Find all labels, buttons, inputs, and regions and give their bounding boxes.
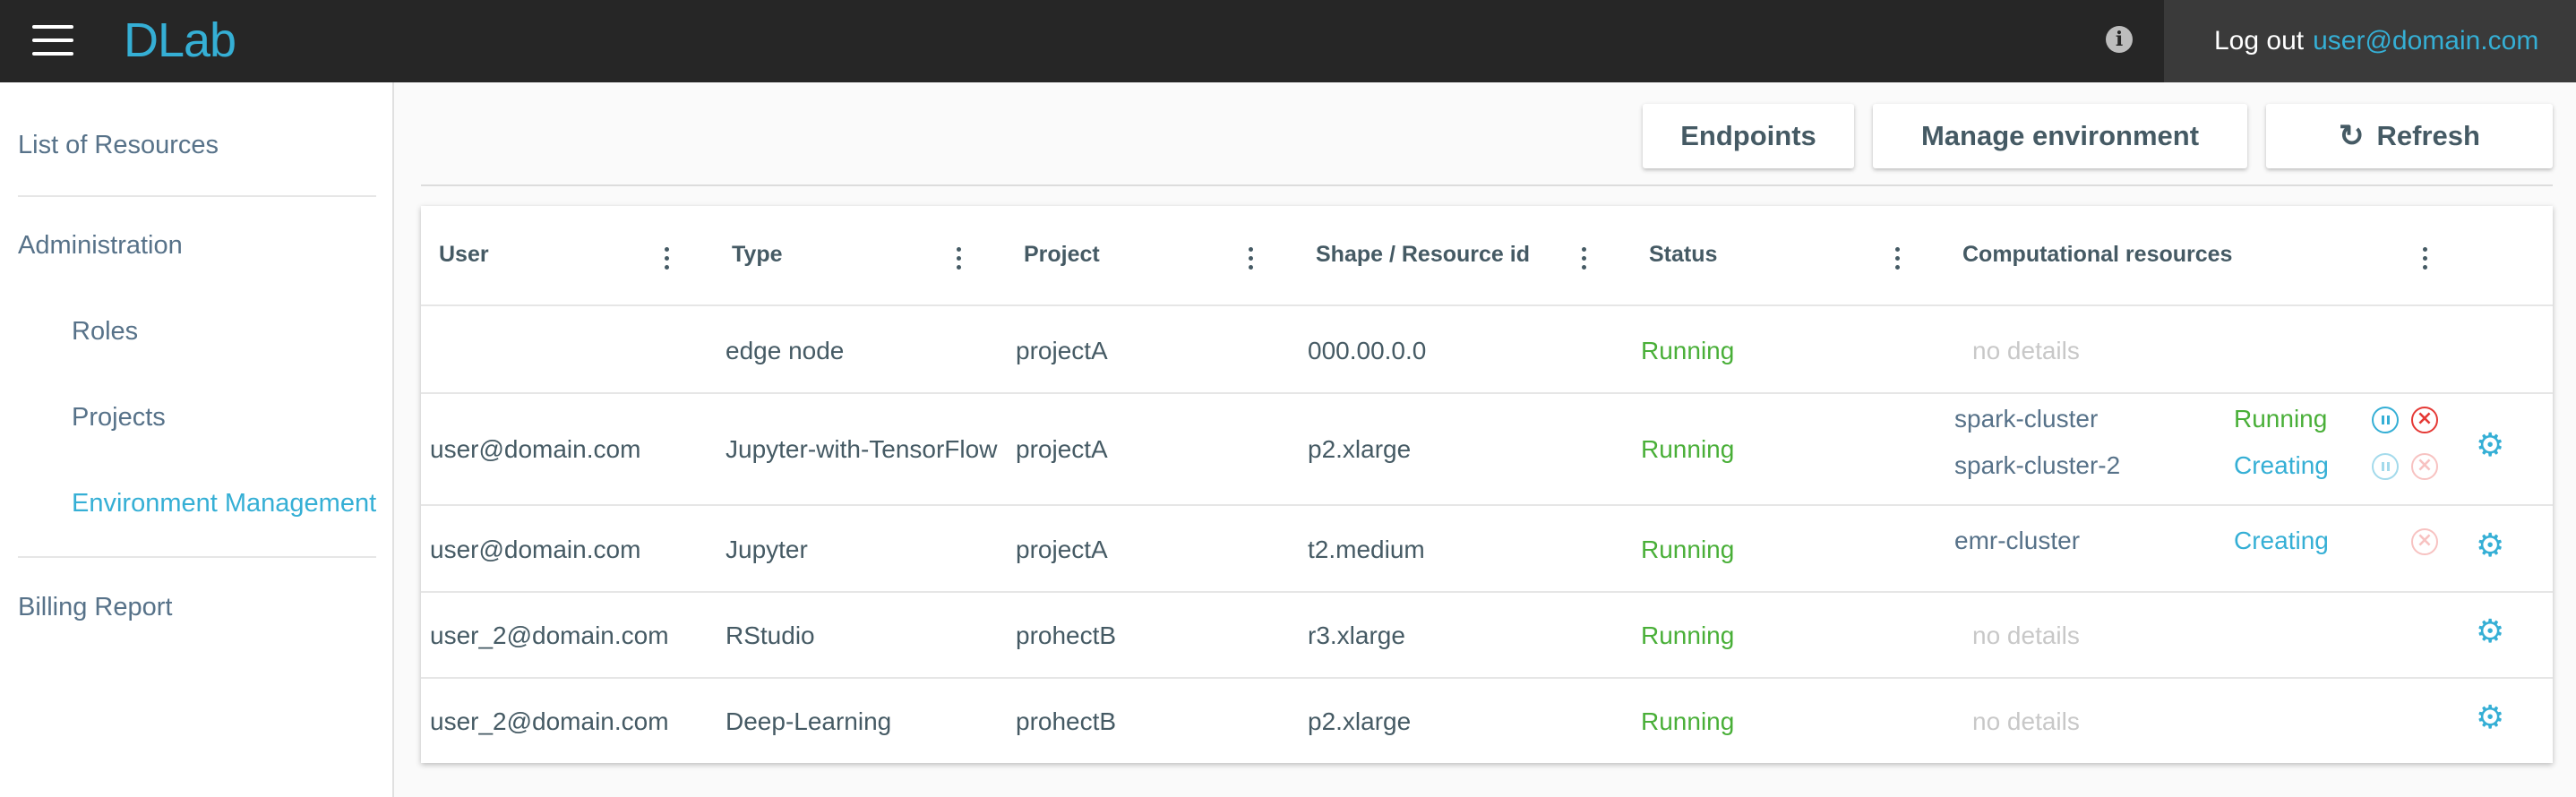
computational-resource-name: spark-cluster <box>1954 405 2099 433</box>
cell-status: Running <box>1641 435 1735 463</box>
gear-icon[interactable]: ⚙ <box>2476 530 2504 562</box>
cell-shape: p2.xlarge <box>1308 707 1412 735</box>
cell-type: Deep-Learning <box>726 707 892 735</box>
column-header-status[interactable]: Status <box>1649 242 1717 268</box>
gear-icon[interactable]: ⚙ <box>2476 430 2504 462</box>
environment-table: User Type Project Shape / Resource id St… <box>421 206 2553 763</box>
sidebar-item-environment-management[interactable]: Environment Management <box>72 489 376 518</box>
column-header-computational-resources[interactable]: Computational resources <box>1962 242 2232 268</box>
column-menu-icon[interactable] <box>665 247 670 272</box>
sidebar: List of Resources Administration Roles P… <box>0 82 394 797</box>
cell-shape: t2.medium <box>1308 536 1425 563</box>
manage-environment-button-label: Manage environment <box>1920 120 2200 151</box>
current-user: user@domain.com <box>2313 26 2539 56</box>
column-menu-icon[interactable] <box>1249 247 1254 272</box>
column-header-type[interactable]: Type <box>732 242 783 268</box>
terminate-icon: × <box>2411 453 2438 480</box>
refresh-button[interactable]: ↻ Refresh <box>2266 104 2553 168</box>
sidebar-item-projects[interactable]: Projects <box>72 403 166 433</box>
cell-project: prohectB <box>1016 621 1117 649</box>
sidebar-item-administration[interactable]: Administration <box>18 231 183 261</box>
terminate-icon: × <box>2411 528 2438 555</box>
column-header-shape[interactable]: Shape / Resource id <box>1316 242 1530 268</box>
hamburger-menu-icon[interactable] <box>32 25 73 56</box>
gear-icon[interactable]: ⚙ <box>2476 702 2504 734</box>
cell-no-details: no details <box>1972 707 2080 735</box>
column-menu-icon[interactable] <box>1895 247 1901 272</box>
pause-icon <box>2372 453 2399 480</box>
top-bar: DLab i Log out user@domain.com <box>0 0 2576 82</box>
cell-project: projectA <box>1016 536 1108 563</box>
endpoints-button-label: Endpoints <box>1680 120 1816 151</box>
cell-status: Running <box>1641 536 1735 563</box>
computational-resource-status: Creating <box>2234 451 2329 479</box>
sidebar-divider <box>18 556 376 558</box>
cell-user: user@domain.com <box>430 536 641 563</box>
row-divider <box>421 504 2553 506</box>
cell-shape: r3.xlarge <box>1308 621 1405 649</box>
column-menu-icon[interactable] <box>2423 247 2428 272</box>
row-divider <box>421 591 2553 593</box>
cell-project: projectA <box>1016 435 1108 463</box>
sidebar-item-roles[interactable]: Roles <box>72 317 138 347</box>
cell-user: user@domain.com <box>430 435 641 463</box>
row-divider <box>421 677 2553 679</box>
sidebar-divider <box>18 195 376 197</box>
cell-type: edge node <box>726 337 845 364</box>
cell-type: RStudio <box>726 621 815 649</box>
cell-type: Jupyter <box>726 536 808 563</box>
column-menu-icon[interactable] <box>1582 247 1587 272</box>
refresh-button-label: Refresh <box>2376 120 2480 151</box>
cell-status: Running <box>1641 337 1735 364</box>
sidebar-item-billing-report[interactable]: Billing Report <box>18 593 172 622</box>
column-menu-icon[interactable] <box>957 247 962 272</box>
info-icon[interactable]: i <box>2106 26 2133 53</box>
cell-project: projectA <box>1016 337 1108 364</box>
endpoints-button[interactable]: Endpoints <box>1643 104 1854 168</box>
manage-environment-button[interactable]: Manage environment <box>1873 104 2247 168</box>
sidebar-item-list-of-resources[interactable]: List of Resources <box>18 131 219 160</box>
gear-icon[interactable]: ⚙ <box>2476 616 2504 648</box>
cell-no-details: no details <box>1972 621 2080 649</box>
cell-no-details: no details <box>1972 337 2080 364</box>
pause-icon[interactable] <box>2372 407 2399 433</box>
logout-label: Log out <box>2214 26 2305 56</box>
cell-status: Running <box>1641 621 1735 649</box>
column-header-user[interactable]: User <box>439 242 489 268</box>
cell-user: user_2@domain.com <box>430 707 669 735</box>
cell-type: Jupyter-with-TensorFlow <box>726 435 998 463</box>
logout-button[interactable]: Log out user@domain.com <box>2164 0 2576 82</box>
cell-shape: p2.xlarge <box>1308 435 1412 463</box>
computational-resource-status: Running <box>2234 405 2328 433</box>
cell-project: prohectB <box>1016 707 1117 735</box>
computational-resource-status: Creating <box>2234 527 2329 554</box>
toolbar-divider <box>421 184 2553 186</box>
app-logo[interactable]: DLab <box>124 11 236 70</box>
cell-shape: 000.00.0.0 <box>1308 337 1427 364</box>
computational-resource-name: spark-cluster-2 <box>1954 451 2121 479</box>
row-divider <box>421 392 2553 394</box>
cell-user: user_2@domain.com <box>430 621 669 649</box>
refresh-icon: ↻ <box>2339 119 2365 153</box>
row-divider <box>421 304 2553 306</box>
cell-status: Running <box>1641 707 1735 735</box>
computational-resource-name: emr-cluster <box>1954 527 2081 554</box>
column-header-project[interactable]: Project <box>1024 242 1100 268</box>
terminate-icon[interactable]: × <box>2411 407 2438 433</box>
